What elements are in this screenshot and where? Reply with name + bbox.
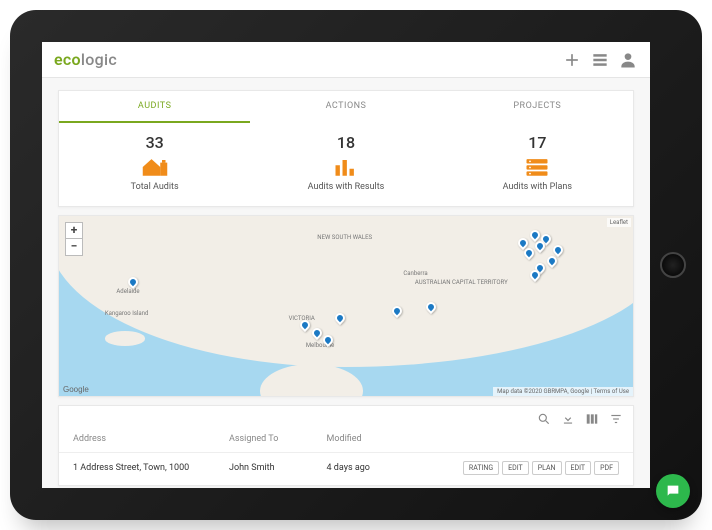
zoom-in-button[interactable]: + <box>66 223 82 239</box>
stats-row: 33 Total Audits 18 Audits with Results <box>59 123 633 206</box>
house-icon <box>59 156 250 178</box>
brand-part-2: logic <box>81 50 117 69</box>
add-icon[interactable] <box>562 50 582 70</box>
cell-assigned: John Smith <box>229 463 327 473</box>
brand-logo: ecologic <box>54 50 117 69</box>
edit-rating-button[interactable]: EDIT <box>502 461 529 475</box>
map-attribution: Map data ©2020 GBRMPA, Google | Terms of… <box>493 387 633 396</box>
cell-modified: 4 days ago <box>327 463 405 473</box>
tab-projects[interactable]: PROJECTS <box>442 91 633 123</box>
pdf-button[interactable]: PDF <box>594 461 619 475</box>
col-assigned: Assigned To <box>229 434 327 444</box>
map-label-kangaroo: Kangaroo Island <box>105 310 148 317</box>
summary-tabs: AUDITS ACTIONS PROJECTS <box>59 91 633 123</box>
plan-button[interactable]: PLAN <box>532 461 562 475</box>
table-row[interactable]: 1 Address Street, Town, 1000 John Smith … <box>59 452 633 485</box>
rating-button[interactable]: RATING <box>463 461 499 475</box>
stat-label: Audits with Plans <box>442 182 633 192</box>
table-card: Address Assigned To Modified 1 Address S… <box>58 405 634 486</box>
google-logo: Google <box>63 385 89 394</box>
grid-view-icon[interactable] <box>590 50 610 70</box>
map-card: NEW SOUTH WALES VICTORIA AUSTRALIAN CAPI… <box>58 215 634 397</box>
stat-label: Total Audits <box>59 182 250 192</box>
leaflet-attribution: Leaflet <box>607 218 631 227</box>
col-modified: Modified <box>327 434 405 444</box>
tablet-home-button[interactable] <box>660 252 686 278</box>
edit-plan-button[interactable]: EDIT <box>565 461 592 475</box>
cell-address: 1 Address Street, Town, 1000 <box>73 463 229 473</box>
download-icon[interactable] <box>561 412 575 426</box>
zoom-out-button[interactable]: − <box>66 239 82 255</box>
stack-icon <box>442 156 633 178</box>
stat-audits-plans: 17 Audits with Plans <box>442 123 633 206</box>
row-actions: RATING EDIT PLAN EDIT PDF <box>405 461 620 475</box>
content-area: AUDITS ACTIONS PROJECTS 33 Total Audits … <box>42 78 650 488</box>
map-label-canberra: Canberra <box>403 270 427 277</box>
stat-value: 33 <box>59 133 250 152</box>
map-viewport[interactable]: NEW SOUTH WALES VICTORIA AUSTRALIAN CAPI… <box>59 216 633 396</box>
brand-part-1: eco <box>54 50 81 69</box>
filter-icon[interactable] <box>609 412 623 426</box>
table-toolbar <box>59 406 633 430</box>
app-bar: ecologic <box>42 42 650 78</box>
map-zoom: + − <box>65 222 83 256</box>
tab-audits[interactable]: AUDITS <box>59 91 250 123</box>
bars-icon <box>250 156 441 178</box>
map-label-act: AUSTRALIAN CAPITAL TERRITORY <box>415 279 508 286</box>
stat-value: 17 <box>442 133 633 152</box>
summary-card: AUDITS ACTIONS PROJECTS 33 Total Audits … <box>58 90 634 207</box>
map-label-nsw: NEW SOUTH WALES <box>317 234 372 241</box>
tablet-frame: ecologic AUDITS ACTIONS PROJECTS <box>10 10 702 520</box>
tab-actions[interactable]: ACTIONS <box>250 91 441 123</box>
user-icon[interactable] <box>618 50 638 70</box>
stat-label: Audits with Results <box>250 182 441 192</box>
col-address: Address <box>73 434 229 444</box>
map-label-adelaide: Adelaide <box>116 288 139 295</box>
table-header: Address Assigned To Modified <box>59 430 633 452</box>
columns-icon[interactable] <box>585 412 599 426</box>
stat-value: 18 <box>250 133 441 152</box>
app-screen: ecologic AUDITS ACTIONS PROJECTS <box>42 42 650 488</box>
stat-total-audits: 33 Total Audits <box>59 123 250 206</box>
search-icon[interactable] <box>537 412 551 426</box>
stat-audits-results: 18 Audits with Results <box>250 123 441 206</box>
